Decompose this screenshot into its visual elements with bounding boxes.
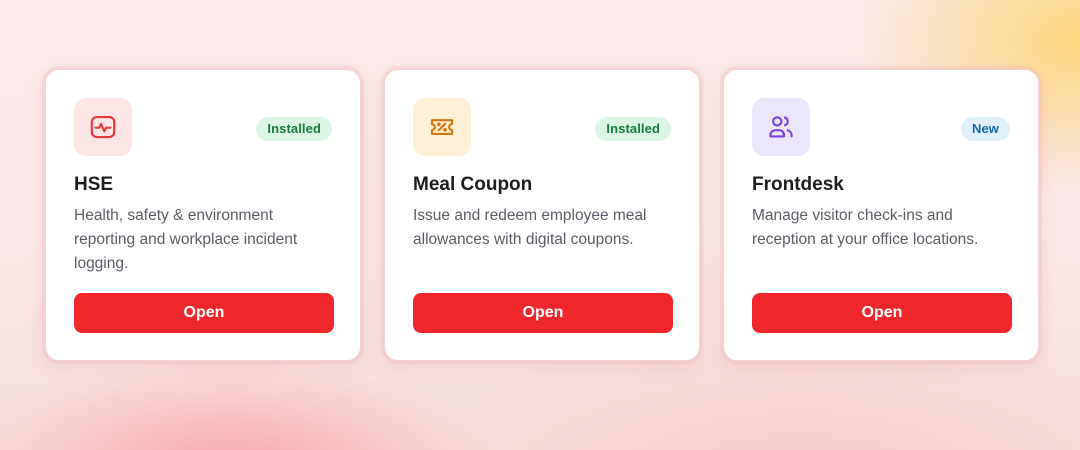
app-card-list: Installed HSE Health, safety & environme…: [45, 69, 1039, 361]
open-hse-button[interactable]: Open: [74, 293, 334, 333]
hse-icon-tile: [74, 98, 132, 156]
users-icon: [769, 116, 793, 138]
coupon-ticket-icon: [430, 119, 454, 135]
frontdesk-icon-tile: [752, 98, 810, 156]
card-title: Meal Coupon: [413, 174, 533, 195]
app-card-hse: Installed HSE Health, safety & environme…: [45, 69, 361, 361]
status-badge: New: [960, 117, 1010, 141]
open-meal-coupon-button[interactable]: Open: [413, 293, 673, 333]
card-description: Health, safety & environment reporting a…: [74, 207, 298, 272]
status-badge: Installed: [595, 117, 671, 141]
status-badge: Installed: [256, 117, 332, 141]
meal-coupon-icon-tile: [413, 98, 471, 156]
health-monitor-icon: [90, 115, 116, 139]
card-description: Manage visitor check-ins and reception a…: [752, 207, 979, 248]
card-title: HSE: [74, 174, 114, 195]
card-description: Issue and redeem employee meal allowance…: [413, 207, 647, 248]
app-card-frontdesk: New Frontdesk Manage visitor check-ins a…: [723, 69, 1039, 361]
card-title: Frontdesk: [752, 174, 844, 195]
open-frontdesk-button[interactable]: Open: [752, 293, 1012, 333]
app-card-meal-coupon: Installed Meal Coupon Issue and redeem e…: [384, 69, 700, 361]
